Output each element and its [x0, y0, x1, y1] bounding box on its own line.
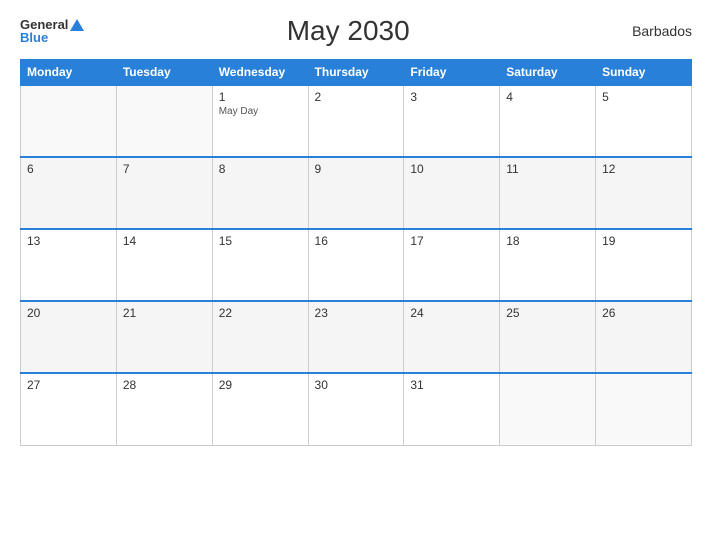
- logo-triangle-icon: [70, 19, 84, 31]
- calendar-cell: 3: [404, 85, 500, 157]
- calendar-row: 27 28 29 30 31: [21, 373, 692, 445]
- logo: General Blue: [20, 18, 84, 44]
- calendar-header-row: MondayTuesdayWednesdayThursdayFridaySatu…: [21, 60, 692, 86]
- calendar-row: 20 21 22 23 24 25 26: [21, 301, 692, 373]
- day-number: 4: [506, 90, 589, 104]
- calendar-row: 6789 10 11 12: [21, 157, 692, 229]
- day-number: 6: [27, 162, 110, 176]
- calendar-cell: 11: [500, 157, 596, 229]
- calendar-col-tuesday: Tuesday: [116, 60, 212, 86]
- calendar-cell: 2: [308, 85, 404, 157]
- day-number: 17: [410, 234, 493, 248]
- day-number: 29: [219, 378, 302, 392]
- calendar-cell: 8: [212, 157, 308, 229]
- day-number: 2: [315, 90, 398, 104]
- day-number: 1: [219, 90, 302, 104]
- calendar-cell: 30: [308, 373, 404, 445]
- day-number: 20: [27, 306, 110, 320]
- day-number: 19: [602, 234, 685, 248]
- day-number: 15: [219, 234, 302, 248]
- month-title: May 2030: [84, 15, 612, 47]
- day-number: 24: [410, 306, 493, 320]
- day-number: 13: [27, 234, 110, 248]
- calendar-cell: 13: [21, 229, 117, 301]
- day-number: 12: [602, 162, 685, 176]
- day-number: 18: [506, 234, 589, 248]
- calendar-col-wednesday: Wednesday: [212, 60, 308, 86]
- holiday-label: May Day: [219, 106, 302, 117]
- day-number: 8: [219, 162, 302, 176]
- day-number: 27: [27, 378, 110, 392]
- calendar-cell: 15: [212, 229, 308, 301]
- calendar-cell: 19: [596, 229, 692, 301]
- day-number: 10: [410, 162, 493, 176]
- day-number: 9: [315, 162, 398, 176]
- calendar-row: 1 May Day 2345: [21, 85, 692, 157]
- day-number: 22: [219, 306, 302, 320]
- calendar-cell: 25: [500, 301, 596, 373]
- calendar-cell: 14: [116, 229, 212, 301]
- calendar-cell: 17: [404, 229, 500, 301]
- calendar-cell: 18: [500, 229, 596, 301]
- calendar-cell: 22: [212, 301, 308, 373]
- calendar-cell: 4: [500, 85, 596, 157]
- calendar-table: MondayTuesdayWednesdayThursdayFridaySatu…: [20, 59, 692, 446]
- calendar-cell: 10: [404, 157, 500, 229]
- calendar-cell: 12: [596, 157, 692, 229]
- header: General Blue May 2030 Barbados: [20, 15, 692, 47]
- calendar-col-sunday: Sunday: [596, 60, 692, 86]
- calendar-col-monday: Monday: [21, 60, 117, 86]
- calendar-cell: 26: [596, 301, 692, 373]
- calendar-cell: 1 May Day: [212, 85, 308, 157]
- calendar-cell: 9: [308, 157, 404, 229]
- day-number: 21: [123, 306, 206, 320]
- calendar-cell: 7: [116, 157, 212, 229]
- calendar-cell: 28: [116, 373, 212, 445]
- day-number: 28: [123, 378, 206, 392]
- day-number: 25: [506, 306, 589, 320]
- calendar-cell: 5: [596, 85, 692, 157]
- calendar-cell: 20: [21, 301, 117, 373]
- day-number: 26: [602, 306, 685, 320]
- day-number: 5: [602, 90, 685, 104]
- day-number: 31: [410, 378, 493, 392]
- calendar-cell: [116, 85, 212, 157]
- calendar-cell: 24: [404, 301, 500, 373]
- calendar-cell: 29: [212, 373, 308, 445]
- day-number: 16: [315, 234, 398, 248]
- logo-blue-text: Blue: [20, 31, 48, 44]
- day-number: 23: [315, 306, 398, 320]
- calendar-cell: 16: [308, 229, 404, 301]
- calendar-row: 13 14 15 16 17 18 19: [21, 229, 692, 301]
- calendar-col-friday: Friday: [404, 60, 500, 86]
- day-number: 30: [315, 378, 398, 392]
- calendar-cell: 31: [404, 373, 500, 445]
- calendar-cell: 23: [308, 301, 404, 373]
- day-number: 14: [123, 234, 206, 248]
- day-number: 11: [506, 162, 589, 176]
- calendar-body: 1May Day23456789101112131415161718192021…: [21, 85, 692, 445]
- calendar-cell: [21, 85, 117, 157]
- country-label: Barbados: [612, 23, 692, 39]
- calendar-cell: 6: [21, 157, 117, 229]
- day-number: 7: [123, 162, 206, 176]
- calendar-cell: [500, 373, 596, 445]
- day-number: 3: [410, 90, 493, 104]
- calendar-col-thursday: Thursday: [308, 60, 404, 86]
- calendar-page: General Blue May 2030 Barbados MondayTue…: [0, 0, 712, 550]
- calendar-col-saturday: Saturday: [500, 60, 596, 86]
- calendar-cell: 21: [116, 301, 212, 373]
- calendar-cell: 27: [21, 373, 117, 445]
- calendar-cell: [596, 373, 692, 445]
